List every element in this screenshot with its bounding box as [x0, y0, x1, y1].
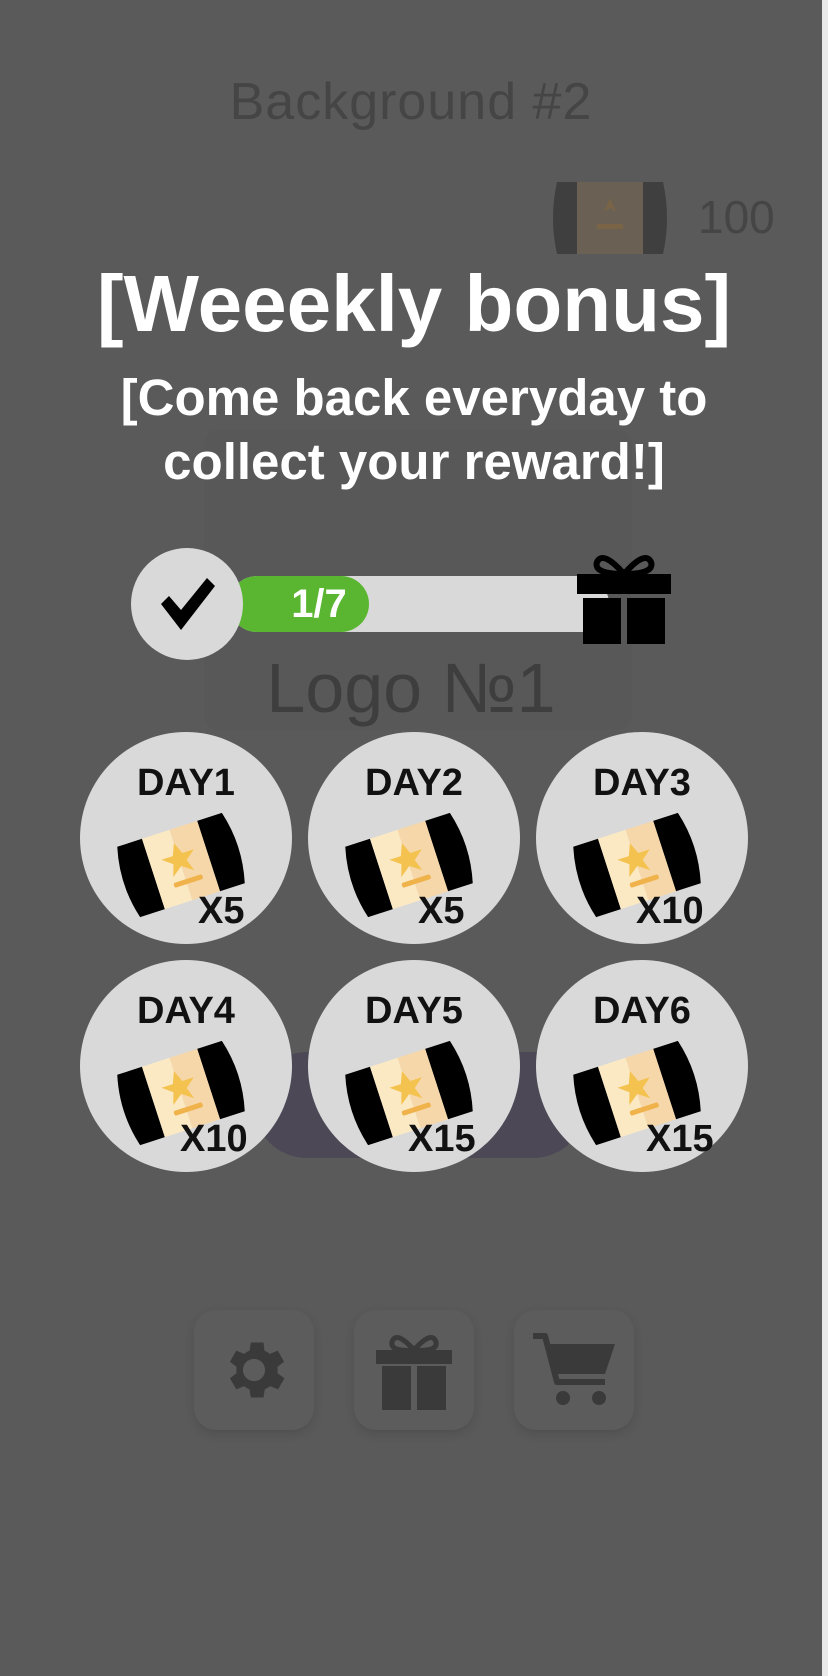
- day-quantity: X10: [180, 1118, 248, 1160]
- day-reward-2[interactable]: DAY2 X5: [308, 732, 520, 944]
- day-reward-5[interactable]: DAY5 X15: [308, 960, 520, 1172]
- day-label: DAY2: [365, 762, 463, 804]
- ticket-currency-icon: [553, 182, 667, 254]
- checkmark-icon: [161, 578, 215, 630]
- gear-icon: [229, 1342, 285, 1398]
- day-reward-1[interactable]: DAY1 X5: [80, 732, 292, 944]
- shop-button: [514, 1310, 634, 1430]
- day-quantity: X5: [198, 890, 245, 932]
- weekly-bonus-subtitle: [Come back everyday to collect your rewa…: [100, 366, 728, 494]
- day-label: DAY3: [593, 762, 691, 804]
- day-label: DAY1: [137, 762, 235, 804]
- day-quantity: X15: [408, 1118, 476, 1160]
- day-quantity: X15: [646, 1118, 714, 1160]
- day-reward-3[interactable]: DAY3 X10: [536, 732, 748, 944]
- weekly-progress: 1/7: [131, 546, 671, 666]
- coin-count: 100: [698, 191, 775, 243]
- scrollbar-edge: [822, 0, 828, 1676]
- day-reward-6[interactable]: DAY6 X15: [536, 960, 748, 1172]
- screen-title: Background #2: [229, 73, 593, 131]
- settings-button: [194, 1310, 314, 1430]
- progress-label: 1/7: [291, 582, 347, 626]
- subtitle-line-1: [Come back everyday to: [120, 369, 708, 426]
- cart-icon: [533, 1333, 615, 1405]
- day-quantity: X10: [636, 890, 704, 932]
- gift-icon: [577, 555, 671, 644]
- gift-button: [354, 1310, 474, 1430]
- completed-check: [131, 548, 243, 660]
- day-label: DAY4: [137, 990, 235, 1032]
- day-quantity: X5: [418, 890, 465, 932]
- day-label: DAY5: [365, 990, 463, 1032]
- day-reward-4[interactable]: DAY4 X10: [80, 960, 292, 1172]
- weekly-bonus-title: [Weeekly bonus]: [96, 259, 732, 348]
- gift-icon: [376, 1335, 452, 1410]
- day-label: DAY6: [593, 990, 691, 1032]
- subtitle-line-2: collect your reward!]: [163, 433, 665, 490]
